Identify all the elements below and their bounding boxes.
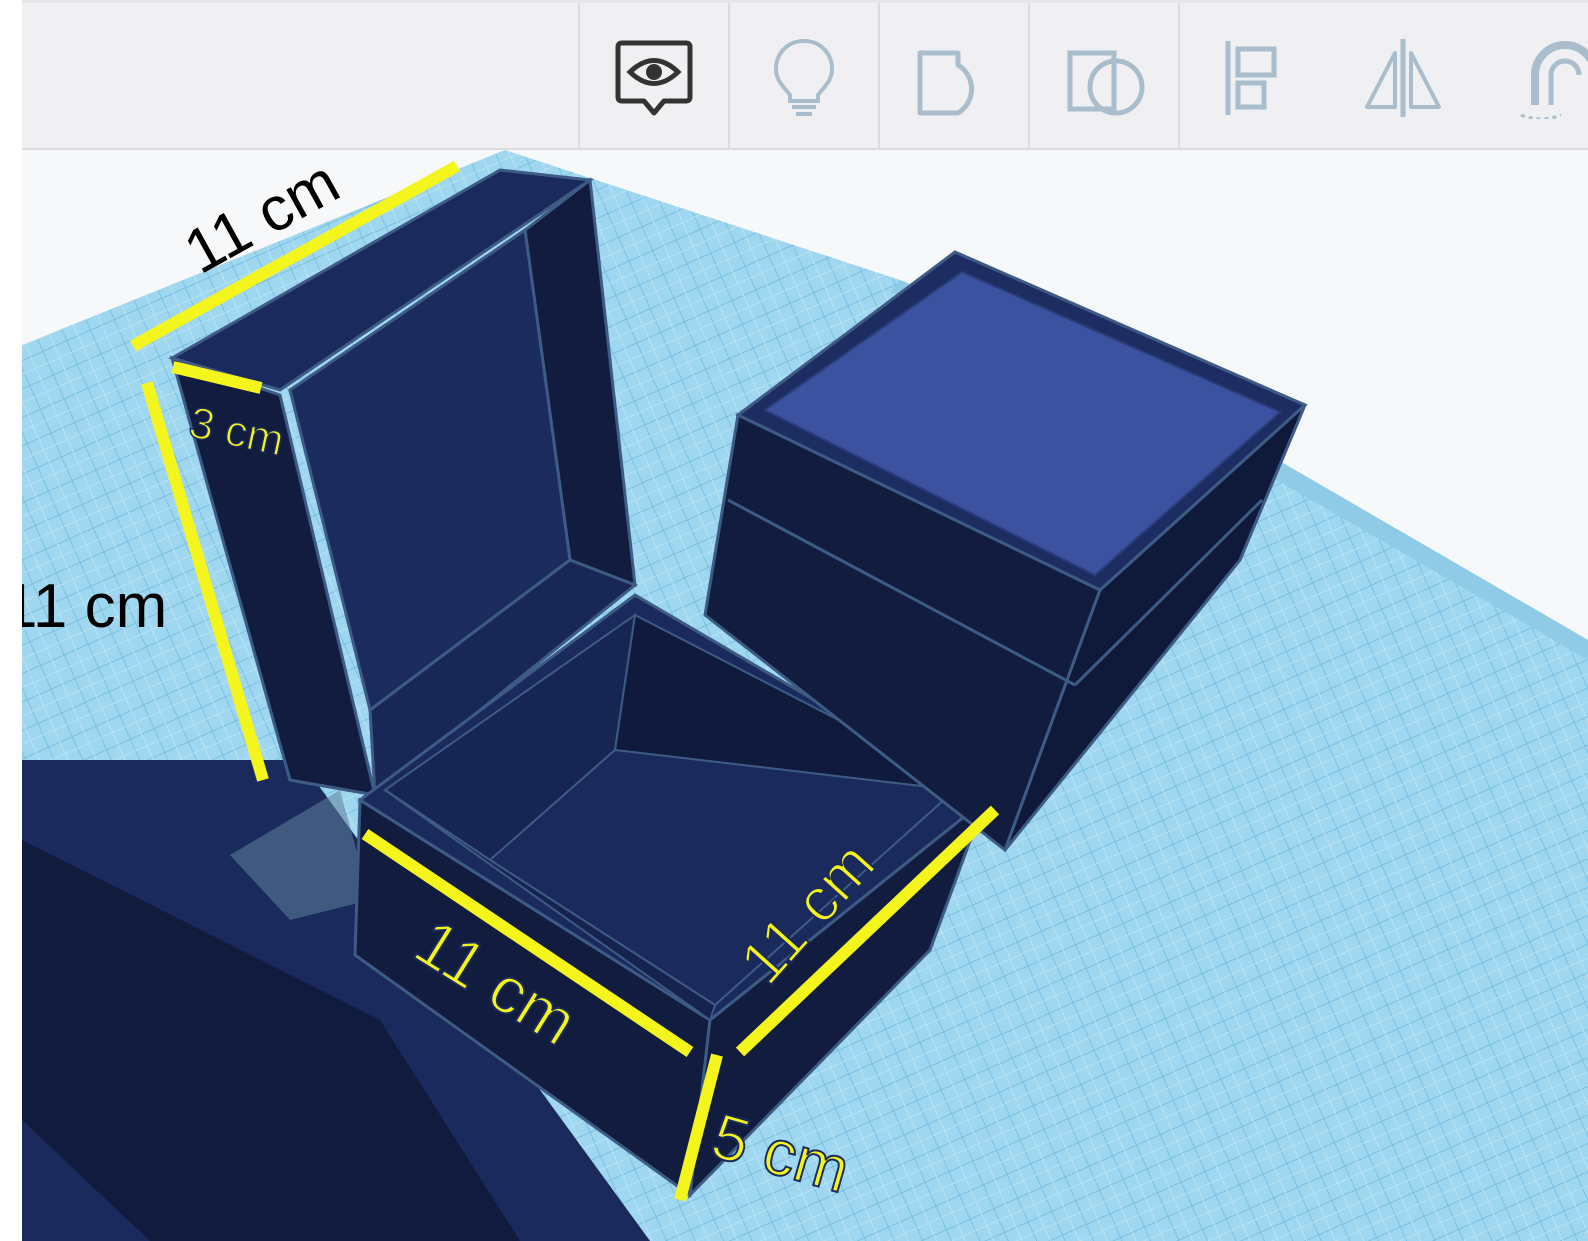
3d-viewport[interactable]: 11 cm 3 cm 11 cm 11 cm 11 cm 5 cm [22, 150, 1588, 1241]
show-all-button[interactable] [728, 3, 878, 150]
magnet-icon [1520, 40, 1588, 119]
lid-height-label: 11 cm [22, 572, 167, 641]
lightbulb-icon [773, 38, 835, 116]
toolbar [22, 0, 1588, 150]
tinkercad-editor: 11 cm 3 cm 11 cm 11 cm 11 cm 5 cm [0, 0, 1588, 1241]
mirror-icon [1365, 38, 1441, 117]
notes-toggle-button[interactable] [578, 3, 728, 150]
align-icon [1225, 40, 1277, 115]
ungroup-shapes-icon [1067, 50, 1145, 115]
group-button[interactable] [878, 3, 1028, 150]
magnet-button[interactable] [1478, 3, 1588, 150]
group-shapes-icon [917, 50, 975, 115]
scene-canvas: 11 cm 3 cm 11 cm 11 cm 11 cm 5 cm [22, 150, 1588, 1241]
comment-eye-icon [615, 40, 693, 115]
align-button[interactable] [1178, 3, 1328, 150]
ungroup-button[interactable] [1028, 3, 1178, 150]
mirror-button[interactable] [1328, 3, 1478, 150]
left-edge [0, 0, 22, 1241]
